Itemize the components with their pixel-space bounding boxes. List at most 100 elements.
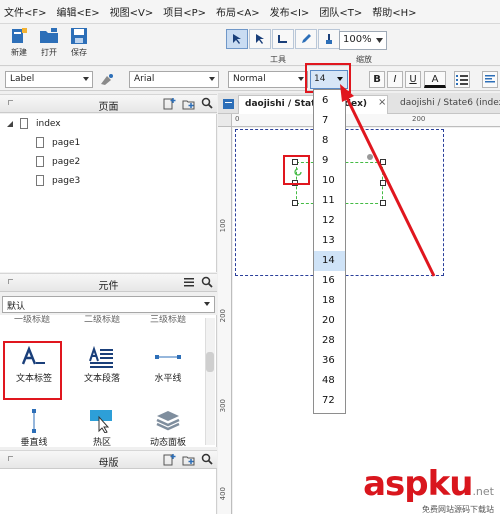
- font-family-select[interactable]: Arial: [129, 71, 219, 88]
- add-master-icon[interactable]: [163, 453, 176, 466]
- chevron-down-icon: [298, 77, 304, 81]
- add-folder-icon[interactable]: [182, 453, 195, 466]
- save-icon: [71, 28, 87, 44]
- masters-panel-actions: [157, 453, 213, 466]
- align-left-button[interactable]: [482, 71, 498, 88]
- ruler-tick: 300: [219, 399, 227, 413]
- open-button[interactable]: 打开: [34, 27, 64, 58]
- widget-label: 热区: [92, 438, 111, 447]
- ruler-tick: 400: [219, 487, 227, 501]
- search-icon[interactable]: [201, 453, 213, 465]
- open-label: 打开: [41, 48, 57, 57]
- font-size-option[interactable]: 72: [314, 391, 345, 411]
- font-size-option[interactable]: 18: [314, 291, 345, 311]
- widgets-scrollbar-thumb[interactable]: [206, 352, 214, 372]
- tree-root[interactable]: index: [6, 118, 61, 129]
- tools-group-label: 工具: [270, 55, 286, 64]
- widget-library-select[interactable]: 默认: [2, 296, 215, 313]
- align-left-icon: [485, 75, 495, 83]
- add-page-icon[interactable]: [163, 97, 176, 110]
- menu-team[interactable]: 团队<T>: [319, 4, 362, 19]
- menu-edit[interactable]: 编辑<E>: [57, 4, 100, 19]
- pen-tool[interactable]: [295, 29, 317, 49]
- widgets-panel-actions: [177, 276, 213, 288]
- widget-dynamic-panel[interactable]: 动态面板: [138, 407, 198, 447]
- chevron-down-icon: [376, 38, 383, 43]
- hotspot-icon: [72, 407, 132, 435]
- search-icon[interactable]: [201, 97, 213, 109]
- contained-select-tool[interactable]: [249, 29, 271, 49]
- annotation-arrow: [340, 84, 436, 277]
- menu-publish[interactable]: 发布<I>: [270, 4, 310, 19]
- highlight-box-widget: [283, 155, 310, 185]
- connector-tool[interactable]: [272, 29, 294, 49]
- font-size-value: 14: [314, 74, 326, 84]
- tab-page-icon: [223, 99, 234, 109]
- save-button[interactable]: 保存: [64, 27, 94, 58]
- masters-list: [0, 469, 217, 514]
- menu-project[interactable]: 项目<P>: [163, 4, 206, 19]
- widget-label: 文本段落: [83, 374, 120, 384]
- pen-icon: [302, 34, 311, 43]
- tree-item-page1[interactable]: page1: [36, 137, 80, 148]
- pointer-box-icon: [256, 34, 264, 44]
- pages-tree: index page1 page2 page3: [0, 114, 217, 272]
- widget-horizontal-line[interactable]: 水平线: [138, 343, 198, 384]
- format-painter-tool[interactable]: [318, 29, 340, 49]
- font-size-option[interactable]: 20: [314, 311, 345, 331]
- new-button[interactable]: 新建: [4, 27, 34, 58]
- select-tool[interactable]: [226, 29, 248, 49]
- font-size-option[interactable]: 48: [314, 371, 345, 391]
- font-size-option[interactable]: 36: [314, 351, 345, 371]
- brush-icon: [326, 34, 332, 44]
- resize-handle[interactable]: [292, 200, 298, 206]
- widget-heading3[interactable]: 三级标题: [138, 315, 198, 325]
- menu-layout[interactable]: 布局<A>: [216, 4, 260, 19]
- widget-heading2[interactable]: 二级标题: [72, 315, 132, 325]
- pages-panel-actions: [157, 97, 213, 110]
- widget-library-value: 默认: [7, 302, 26, 312]
- save-label: 保存: [71, 48, 87, 57]
- widgets-scrollbar[interactable]: [205, 318, 215, 445]
- bullet-list-button[interactable]: [454, 71, 470, 88]
- style-manager-icon[interactable]: [100, 73, 114, 86]
- ruler-tick: 200: [219, 309, 227, 323]
- tree-item-label: page2: [52, 156, 81, 167]
- new-icon: [12, 28, 27, 43]
- highlight-box-text-label: [3, 341, 62, 400]
- expand-triangle-icon[interactable]: [6, 120, 14, 128]
- tree-item-page2[interactable]: page2: [36, 156, 80, 167]
- connector-icon: [278, 35, 287, 43]
- page-icon: [36, 137, 44, 148]
- main-toolbar: 新建 打开 保存 工具 100% 缩放: [0, 24, 500, 66]
- zoom-group-label: 缩放: [356, 55, 372, 64]
- widget-hotspot[interactable]: 热区: [72, 407, 132, 447]
- tree-root-label: index: [36, 118, 61, 129]
- menu-view[interactable]: 视图<V>: [110, 4, 154, 19]
- tree-item-page3[interactable]: page3: [36, 175, 80, 186]
- font-family-value: Arial: [134, 74, 155, 84]
- style-select[interactable]: Label: [5, 71, 93, 88]
- watermark-main: aspku: [363, 464, 473, 504]
- font-weight-select[interactable]: Normal: [228, 71, 308, 88]
- folder-icon: [40, 28, 58, 43]
- search-icon[interactable]: [201, 276, 213, 288]
- font-weight-value: Normal: [233, 74, 266, 84]
- widget-label: 动态面板: [149, 438, 186, 447]
- vertical-line-icon: [4, 407, 64, 435]
- hamburger-menu-icon[interactable]: [183, 276, 195, 288]
- widget-vertical-line[interactable]: 垂直线: [4, 407, 64, 447]
- new-label: 新建: [11, 48, 27, 57]
- chevron-down-icon: [83, 77, 89, 81]
- horizontal-line-icon: [138, 343, 198, 371]
- widget-heading1[interactable]: 一级标题: [2, 315, 62, 325]
- menu-help[interactable]: 帮助<H>: [372, 4, 416, 19]
- widget-label: 水平线: [154, 374, 182, 384]
- list-icon: [456, 75, 468, 85]
- font-size-option[interactable]: 28: [314, 331, 345, 351]
- ruler-corner: [218, 114, 232, 127]
- add-folder-icon[interactable]: [182, 97, 195, 110]
- widget-text-paragraph[interactable]: 文本段落: [72, 343, 132, 384]
- menu-file[interactable]: 文件<F>: [4, 4, 47, 19]
- chevron-down-icon: [204, 302, 210, 306]
